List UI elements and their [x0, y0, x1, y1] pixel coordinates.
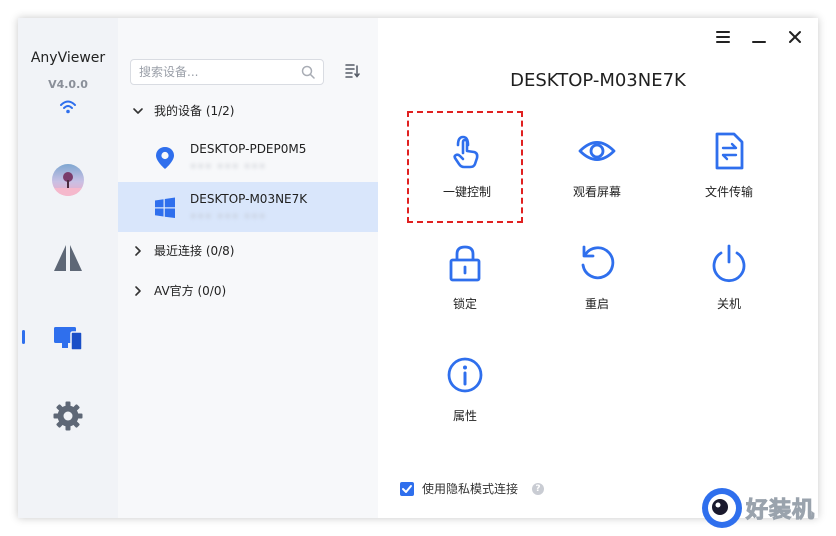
file-transfer-button[interactable]: 文件传输	[671, 111, 787, 223]
device-row-m03ne7k[interactable]: DESKTOP-M03NE7K ••• ••• •••	[118, 182, 378, 232]
help-icon[interactable]: ?	[532, 483, 544, 495]
chevron-down-icon	[133, 108, 143, 114]
gear-icon[interactable]	[52, 400, 84, 432]
device-detail-panel: DESKTOP-M03NE7K 一键控制 观看屏幕 文件传输 锁定 重启 关机 …	[378, 18, 818, 518]
menu-icon[interactable]	[714, 28, 732, 46]
wifi-icon	[60, 100, 76, 114]
action-label: 锁定	[452, 297, 477, 311]
action-label: 关机	[716, 297, 741, 311]
minimize-icon[interactable]	[750, 28, 768, 46]
group-my-devices[interactable]: 我的设备 (1/2)	[118, 100, 378, 122]
group-label: AV官方 (0/0)	[154, 284, 227, 298]
touch-hand-icon	[453, 135, 479, 169]
watermark-logo-icon	[702, 488, 742, 528]
app-name: AnyViewer	[30, 50, 106, 66]
shutdown-button[interactable]: 关机	[671, 223, 787, 335]
restart-icon	[581, 245, 615, 280]
device-row-pdep0m5[interactable]: DESKTOP-PDEP0M5 ••• ••• •••	[118, 132, 378, 182]
close-icon[interactable]	[786, 28, 804, 46]
one-click-control-button[interactable]: 一键控制	[407, 111, 523, 223]
device-id: ••• ••• •••	[190, 210, 267, 223]
privacy-mode-label[interactable]: 使用隐私模式连接	[422, 480, 518, 498]
restart-button[interactable]: 重启	[539, 223, 655, 335]
search-box[interactable]	[130, 59, 324, 85]
watermark-text: 好装机	[745, 498, 816, 524]
device-name: DESKTOP-PDEP0M5	[190, 142, 307, 156]
windows-logo-icon	[155, 197, 175, 218]
checkmark-icon	[402, 485, 412, 493]
group-label: 最近连接 (0/8)	[154, 244, 235, 258]
left-rail: AnyViewer V4.0.0	[18, 18, 119, 518]
action-label: 一键控制	[442, 185, 491, 199]
lock-button[interactable]: 锁定	[407, 223, 523, 335]
search-icon[interactable]	[301, 65, 315, 79]
device-list-panel: 我的设备 (1/2) DESKTOP-PDEP0M5 ••• ••• ••• D…	[118, 18, 378, 518]
sort-list-icon[interactable]	[344, 62, 360, 78]
location-pin-icon	[156, 147, 174, 169]
device-id: ••• ••• •••	[190, 160, 267, 173]
device-name: DESKTOP-M03NE7K	[190, 192, 308, 206]
info-icon	[447, 357, 483, 393]
device-title: DESKTOP-M03NE7K	[510, 70, 686, 91]
eye-icon	[578, 141, 616, 161]
connect-icon[interactable]	[52, 242, 84, 274]
watermark: 好装机	[696, 484, 832, 530]
group-label: 我的设备 (1/2)	[154, 104, 235, 118]
action-label: 文件传输	[704, 185, 753, 199]
file-transfer-icon	[715, 132, 744, 170]
action-label: 重启	[584, 297, 609, 311]
app-version: V4.0.0	[48, 78, 88, 91]
active-indicator	[22, 330, 25, 344]
chevron-right-icon	[135, 286, 141, 296]
action-label: 观看屏幕	[572, 185, 621, 199]
privacy-mode-checkbox[interactable]	[400, 482, 414, 496]
action-label: 属性	[452, 409, 477, 423]
avatar[interactable]	[52, 164, 84, 196]
app-window: AnyViewer V4.0.0 搜索设备... 我的设备 (1/2) DESK…	[18, 18, 818, 518]
lock-icon	[449, 245, 481, 282]
group-recent[interactable]: 最近连接 (0/8)	[118, 240, 378, 262]
group-official[interactable]: AV官方 (0/0)	[118, 280, 378, 302]
search-input[interactable]	[139, 60, 289, 84]
devices-icon[interactable]	[52, 322, 84, 354]
power-icon	[712, 244, 746, 283]
properties-button[interactable]: 属性	[407, 335, 523, 447]
view-screen-button[interactable]: 观看屏幕	[539, 111, 655, 223]
chevron-right-icon	[135, 246, 141, 256]
avatar-tree-icon	[52, 172, 84, 196]
